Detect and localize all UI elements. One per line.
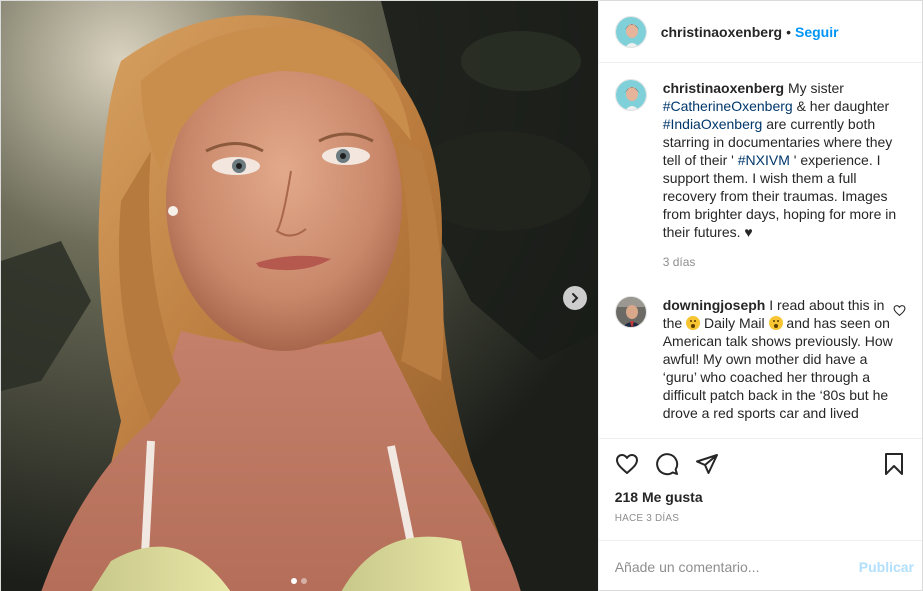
header-username[interactable]: christinaoxenberg xyxy=(661,24,782,40)
comments-section[interactable]: christinaoxenberg My sister #CatherineOx… xyxy=(599,63,922,438)
caption-timestamp[interactable]: 3 días xyxy=(663,255,903,269)
post-timestamp[interactable]: HACE 3 DÍAS xyxy=(615,513,906,524)
black-heart-emoji: ♥ xyxy=(744,224,753,240)
likes-count[interactable]: 218 Me gusta xyxy=(615,489,906,505)
bookmark-icon[interactable] xyxy=(882,452,906,476)
hashtag-link[interactable]: #CatherineOxenberg xyxy=(663,98,793,114)
comment-text-part: and has seen on American talk shows prev… xyxy=(662,315,893,421)
actions-section: 218 Me gusta HACE 3 DÍAS xyxy=(598,438,922,540)
commenter-avatar-icon[interactable] xyxy=(614,296,647,328)
add-comment-bar: Publicar xyxy=(598,540,922,591)
post-photo xyxy=(1,1,598,591)
heart-icon[interactable] xyxy=(615,452,639,476)
astonished-emoji-icon xyxy=(768,316,783,330)
action-bar xyxy=(615,439,906,489)
comment-input[interactable] xyxy=(614,558,859,575)
post-sidebar: christinaoxenberg • Seguir christinaoxen… xyxy=(597,1,922,591)
caption-avatar-icon[interactable] xyxy=(614,79,647,111)
caption-text-part: & her daughter xyxy=(792,98,890,114)
caption-text-part: My sister xyxy=(784,80,844,96)
hashtag-link[interactable]: #NXIVM xyxy=(738,152,790,168)
post-header: christinaoxenberg • Seguir xyxy=(598,1,922,63)
caption-text: christinaoxenberg My sister #CatherineOx… xyxy=(663,79,903,241)
carousel-dot-2 xyxy=(301,578,308,584)
post-media[interactable] xyxy=(1,1,598,591)
comment-item: downingjoseph I read about this in the D… xyxy=(614,296,906,422)
like-comment-heart-icon[interactable] xyxy=(893,304,906,317)
comment-icon[interactable] xyxy=(655,452,679,476)
follow-button[interactable]: Seguir xyxy=(795,24,839,40)
header-separator: • xyxy=(786,23,791,40)
caption-username[interactable]: christinaoxenberg xyxy=(663,80,784,96)
astonished-emoji-icon xyxy=(686,316,701,330)
profile-avatar-icon[interactable] xyxy=(614,15,647,48)
comment-text-part: Daily Mail xyxy=(700,315,769,331)
commenter-username[interactable]: downingjoseph xyxy=(663,297,766,313)
next-photo-button[interactable] xyxy=(563,286,587,310)
comment-text: downingjoseph I read about this in the D… xyxy=(663,296,903,422)
chevron-right-icon xyxy=(572,293,579,303)
send-icon[interactable] xyxy=(695,452,719,476)
carousel-indicator xyxy=(1,578,598,584)
carousel-dot-1 xyxy=(291,578,298,584)
hashtag-link[interactable]: #IndiaOxenberg xyxy=(663,116,763,132)
instagram-post: christinaoxenberg • Seguir christinaoxen… xyxy=(0,0,923,591)
publish-button[interactable]: Publicar xyxy=(859,559,914,575)
caption: christinaoxenberg My sister #CatherineOx… xyxy=(614,79,906,269)
